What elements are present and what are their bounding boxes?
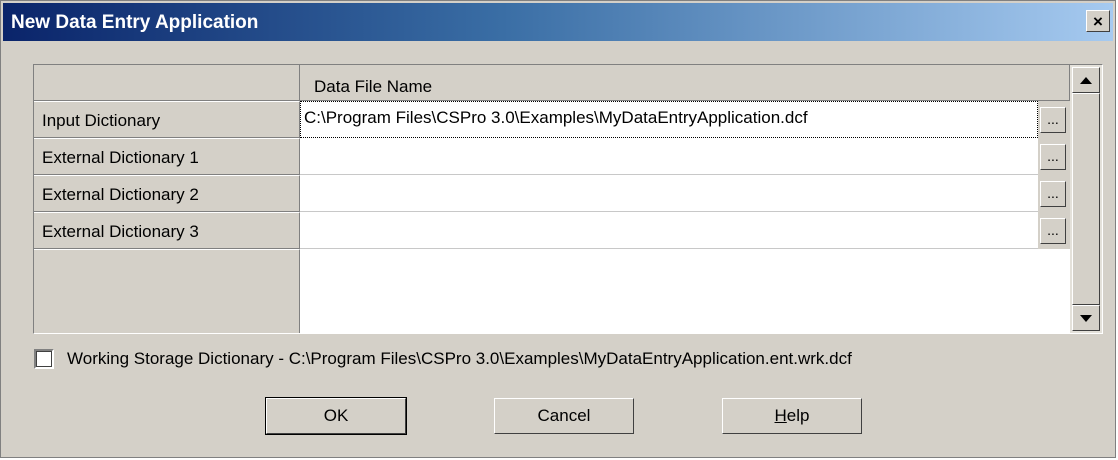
working-storage-checkbox[interactable] xyxy=(34,349,54,369)
ok-button-label: OK xyxy=(323,406,349,425)
vertical-scrollbar[interactable] xyxy=(1070,65,1102,333)
cancel-button-label: Cancel xyxy=(537,406,591,425)
row-header-external-dictionary-1: External Dictionary 1 xyxy=(34,138,300,175)
browse-external-dictionary-1-button[interactable]: ... xyxy=(1040,144,1066,170)
ok-button[interactable]: OK xyxy=(265,397,407,435)
arrow-down-icon xyxy=(1080,314,1092,322)
new-data-entry-application-dialog: New Data Entry Application × Data File N… xyxy=(0,0,1116,458)
help-button-label: elp xyxy=(786,406,810,425)
row-header-external-dictionary-2: External Dictionary 2 xyxy=(34,175,300,212)
scrollbar-thumb[interactable] xyxy=(1072,93,1100,305)
close-icon: × xyxy=(1093,11,1103,31)
external-dictionary-1-file-cell[interactable] xyxy=(300,138,1038,175)
cancel-button[interactable]: Cancel xyxy=(494,398,634,434)
close-button[interactable]: × xyxy=(1086,10,1110,32)
external-dictionary-2-file-cell[interactable] xyxy=(300,175,1038,212)
external-dictionary-3-file-cell[interactable] xyxy=(300,212,1038,249)
grid-corner xyxy=(34,65,300,101)
window-title: New Data Entry Application xyxy=(11,12,259,33)
browse-external-dictionary-3-button[interactable]: ... xyxy=(1040,218,1066,244)
row-header-external-dictionary-3: External Dictionary 3 xyxy=(34,212,300,249)
dictionary-grid: Data File Name Input Dictionary C:\Progr… xyxy=(33,64,1103,334)
help-button-mnemonic: H xyxy=(774,406,787,425)
arrow-up-icon xyxy=(1080,76,1092,84)
scroll-up-button[interactable] xyxy=(1072,67,1100,93)
browse-external-dictionary-2-button[interactable]: ... xyxy=(1040,181,1066,207)
row-header-empty-area xyxy=(34,249,300,333)
title-bar[interactable]: New Data Entry Application × xyxy=(3,3,1113,41)
input-dictionary-file-cell[interactable]: C:\Program Files\CSPro 3.0\Examples\MyDa… xyxy=(300,101,1038,138)
scroll-down-button[interactable] xyxy=(1072,305,1100,331)
grid-empty-area xyxy=(300,249,1070,333)
browse-input-dictionary-button[interactable]: ... xyxy=(1040,107,1066,133)
column-header-data-file-name: Data File Name xyxy=(300,65,1070,101)
working-storage-label[interactable]: Working Storage Dictionary - C:\Program … xyxy=(67,349,852,369)
help-button[interactable]: Help xyxy=(722,398,862,434)
row-header-input-dictionary: Input Dictionary xyxy=(34,101,300,138)
